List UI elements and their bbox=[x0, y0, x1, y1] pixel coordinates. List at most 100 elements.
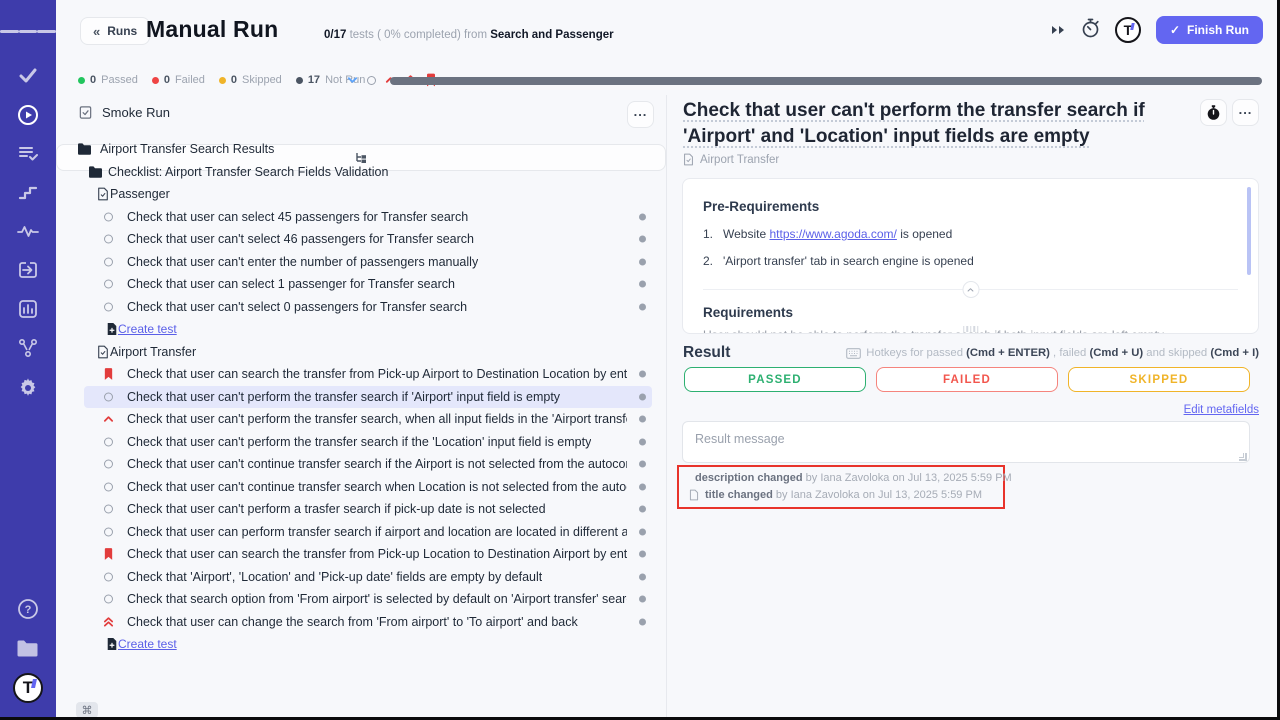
timer-button[interactable] bbox=[1200, 99, 1227, 126]
workspace-avatar[interactable]: T bbox=[1115, 17, 1141, 43]
agoda-link[interactable]: https://www.agoda.com/ bbox=[769, 227, 896, 241]
test-status-dot[interactable] bbox=[639, 236, 646, 243]
test-row[interactable]: Check that user can perform transfer sea… bbox=[56, 521, 666, 544]
test-row-selected[interactable]: Check that user can't perform the transf… bbox=[56, 386, 666, 409]
check-icon[interactable] bbox=[0, 60, 56, 90]
test-row[interactable]: Check that user can search the transfer … bbox=[56, 363, 666, 386]
tree-folder[interactable]: Checklist: Airport Transfer Search Field… bbox=[56, 161, 666, 184]
test-row[interactable]: Check that user can change the search fr… bbox=[56, 611, 666, 634]
create-test-row[interactable]: Create test bbox=[56, 318, 666, 341]
failed-count[interactable]: 0Failed bbox=[152, 74, 205, 86]
collapse-toggle-button[interactable] bbox=[962, 281, 979, 298]
pre-requirements-list: 1. Website https://www.agoda.com/ is ope… bbox=[703, 227, 1258, 268]
test-label: Check that user can't continue transfer … bbox=[127, 480, 627, 494]
skipped-button[interactable]: SKIPPED bbox=[1068, 367, 1250, 392]
test-row[interactable]: Check that user can't select 46 passenge… bbox=[56, 228, 666, 251]
test-label: Check that user can change the search fr… bbox=[127, 615, 578, 629]
passed-dot-icon bbox=[78, 77, 85, 84]
document-icon bbox=[95, 187, 111, 201]
tree-suite[interactable]: Passenger bbox=[56, 183, 666, 206]
test-row[interactable]: Check that user can't select 0 passenger… bbox=[56, 296, 666, 319]
skipped-count[interactable]: 0Skipped bbox=[219, 74, 282, 86]
test-label: Check that user can select 1 passenger f… bbox=[127, 277, 455, 291]
test-detail-title[interactable]: Check that user can't perform the transf… bbox=[683, 98, 1183, 150]
pre-requirement-text: 'Airport transfer' tab in search engine … bbox=[723, 254, 974, 268]
play-circle-icon[interactable] bbox=[0, 100, 56, 130]
test-row[interactable]: Check that user can select 45 passengers… bbox=[56, 206, 666, 229]
test-row[interactable]: Check that user can select 1 passenger f… bbox=[56, 273, 666, 296]
test-row[interactable]: Check that 'Airport', 'Location' and 'Pi… bbox=[56, 566, 666, 589]
detail-more-button[interactable]: ... bbox=[1232, 99, 1259, 126]
test-status-dot[interactable] bbox=[639, 596, 646, 603]
history-entry: title changed by Iana Zavoloka on Jul 13… bbox=[689, 489, 1003, 501]
test-status-dot[interactable] bbox=[639, 551, 646, 558]
steps-icon[interactable] bbox=[0, 177, 56, 207]
tests-fraction: 0/17 bbox=[324, 29, 346, 41]
test-label: Check that user can't continue transfer … bbox=[127, 457, 627, 471]
tree-suite[interactable]: Airport Transfer bbox=[56, 341, 666, 364]
test-status-dot[interactable] bbox=[639, 618, 646, 625]
test-row[interactable]: Check that search option from 'From airp… bbox=[56, 588, 666, 611]
test-status-dot[interactable] bbox=[639, 416, 646, 423]
menu-icon[interactable] bbox=[0, 16, 56, 46]
run-name-row[interactable]: Smoke Run bbox=[78, 105, 170, 120]
chart-icon[interactable] bbox=[0, 294, 56, 324]
suite-breadcrumb[interactable]: Airport Transfer bbox=[683, 153, 779, 166]
test-status-dot[interactable] bbox=[639, 258, 646, 265]
test-row[interactable]: Check that user can't perform a trasfer … bbox=[56, 498, 666, 521]
test-row[interactable]: Check that user can't continue transfer … bbox=[56, 476, 666, 499]
back-to-runs-button[interactable]: « Runs bbox=[80, 17, 150, 45]
test-label: Check that 'Airport', 'Location' and 'Pi… bbox=[127, 570, 542, 584]
folder-icon[interactable] bbox=[0, 633, 56, 663]
test-row[interactable]: Check that user can't continue transfer … bbox=[56, 453, 666, 476]
test-status-dot[interactable] bbox=[639, 506, 646, 513]
branch-icon[interactable] bbox=[0, 333, 56, 363]
test-status-dot[interactable] bbox=[639, 393, 646, 400]
run-progress-bar[interactable] bbox=[390, 77, 1262, 85]
result-message-input[interactable] bbox=[682, 421, 1250, 463]
test-status-dot[interactable] bbox=[639, 573, 646, 580]
stopwatch-icon[interactable] bbox=[1081, 18, 1100, 43]
test-status-dot[interactable] bbox=[639, 281, 646, 288]
test-row[interactable]: Check that user can't perform the transf… bbox=[56, 408, 666, 431]
test-status-dot[interactable] bbox=[639, 213, 646, 220]
passed-count[interactable]: 0Passed bbox=[78, 74, 138, 86]
help-icon[interactable]: ? bbox=[0, 594, 56, 624]
card-resize-handle[interactable] bbox=[963, 326, 979, 332]
chevron-down-icon[interactable] bbox=[347, 76, 358, 84]
run-board-icon bbox=[78, 105, 93, 120]
pulse-icon[interactable] bbox=[0, 216, 56, 246]
test-row[interactable]: Check that user can't perform the transf… bbox=[56, 431, 666, 454]
test-label: Check that user can't perform a trasfer … bbox=[127, 502, 546, 516]
check-icon: ✓ bbox=[1170, 23, 1180, 37]
requirements-clipped-text: User should not be able to perform the t… bbox=[703, 328, 1258, 334]
user-avatar[interactable]: T bbox=[13, 673, 43, 703]
inbox-arrow-icon[interactable] bbox=[0, 255, 56, 285]
tree-more-button[interactable]: ... bbox=[627, 101, 654, 128]
card-scrollbar[interactable] bbox=[1247, 187, 1251, 275]
test-row[interactable]: Check that user can search the transfer … bbox=[56, 543, 666, 566]
gear-icon[interactable] bbox=[0, 373, 56, 403]
test-status-dot[interactable] bbox=[639, 438, 646, 445]
list-check-icon[interactable] bbox=[0, 138, 56, 168]
test-status-dot[interactable] bbox=[639, 461, 646, 468]
skipped-dot-icon bbox=[219, 77, 226, 84]
test-status-dot[interactable] bbox=[639, 528, 646, 535]
run-meta: 0/17 tests ( 0% completed) from Search a… bbox=[324, 29, 614, 41]
tree-folder-label: Checklist: Airport Transfer Search Field… bbox=[108, 165, 388, 179]
failed-button[interactable]: FAILED bbox=[876, 367, 1058, 392]
create-test-row[interactable]: Create test bbox=[56, 633, 666, 656]
fast-forward-icon[interactable] bbox=[1050, 24, 1066, 36]
test-status-dot[interactable] bbox=[639, 303, 646, 310]
circle-outline-icon[interactable] bbox=[367, 76, 376, 85]
suite-name: Airport Transfer bbox=[700, 154, 779, 166]
passed-button[interactable]: PASSED bbox=[684, 367, 866, 392]
tree-folder[interactable]: Airport Transfer Search Results bbox=[56, 138, 666, 161]
finish-run-button[interactable]: ✓ Finish Run bbox=[1156, 16, 1263, 44]
test-status-dot[interactable] bbox=[639, 371, 646, 378]
test-row[interactable]: Check that user can't enter the number o… bbox=[56, 251, 666, 274]
create-test-link: Create test bbox=[118, 322, 177, 336]
edit-metafields-link[interactable]: Edit metafields bbox=[1184, 404, 1259, 416]
status-circle-icon bbox=[100, 460, 116, 469]
test-status-dot[interactable] bbox=[639, 483, 646, 490]
